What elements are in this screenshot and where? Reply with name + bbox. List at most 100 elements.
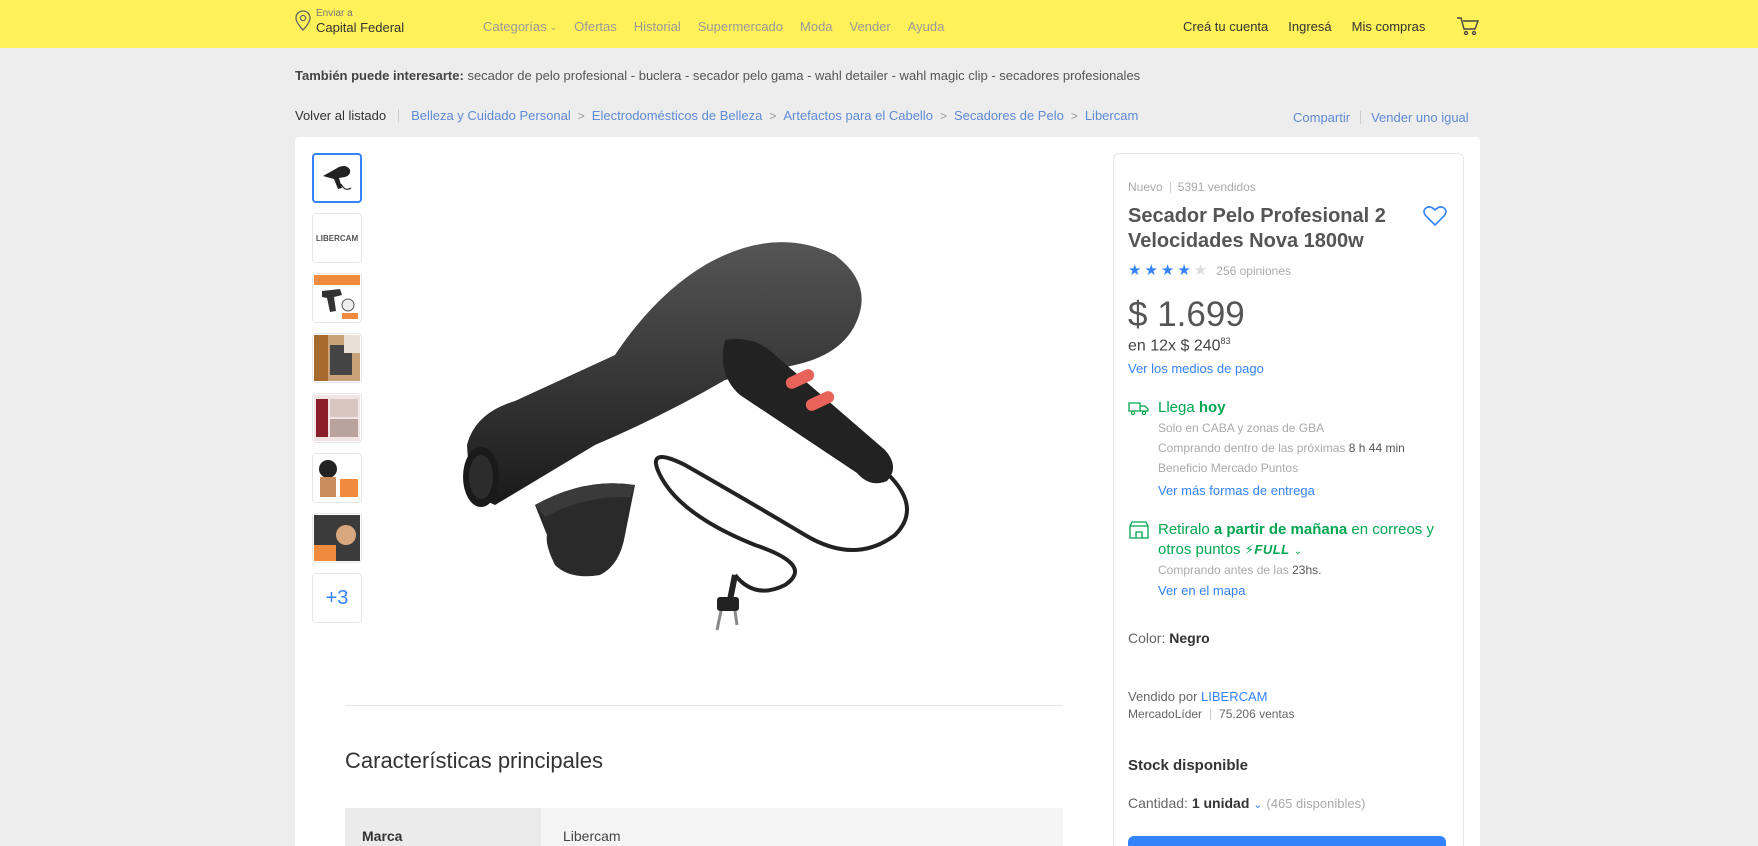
thumbnail-6[interactable] — [312, 453, 362, 503]
arrival-window-time: 8 h 44 min — [1348, 441, 1405, 455]
installments: en 12x $ 24083 — [1128, 336, 1231, 355]
star-empty-icon: ★ — [1193, 262, 1208, 279]
divider — [1169, 181, 1171, 193]
breadcrumb-item[interactable]: Artefactos para el Cabello — [783, 108, 933, 123]
nav-categorias-label: Categorías — [483, 19, 547, 34]
arrival-prefix: Llega — [1158, 399, 1195, 416]
chevron-down-icon: ⌄ — [1253, 799, 1263, 811]
thumbnail-4[interactable] — [312, 333, 362, 383]
thumbnail-1[interactable] — [312, 153, 362, 203]
pickup-info: Retiralo a partir de mañana en correos y… — [1158, 520, 1448, 562]
heart-icon[interactable] — [1423, 205, 1447, 227]
thumbnail-more[interactable]: +3 — [312, 573, 362, 623]
chevron-right-icon: > — [1070, 108, 1078, 123]
more-delivery-link[interactable]: Ver más formas de entrega — [1158, 483, 1315, 498]
buy-now-button[interactable] — [1128, 836, 1446, 846]
arrival-window-label: Comprando dentro de las próximas — [1158, 441, 1346, 455]
thumbnail-5[interactable] — [312, 393, 362, 443]
nav-categorias[interactable]: Categorías ⌄ — [483, 19, 557, 34]
nav-ayuda[interactable]: Ayuda — [908, 19, 945, 34]
chevron-down-icon[interactable]: ⌄ — [1294, 546, 1302, 557]
points-benefit: Beneficio Mercado Puntos — [1158, 461, 1299, 475]
seller-prefix: Vendido por — [1128, 689, 1198, 704]
condition-line: Nuevo 5391 vendidos — [1128, 180, 1256, 194]
location-pin-icon — [295, 10, 311, 31]
price: $ 1.699 — [1128, 295, 1245, 334]
full-badge-label: FULL — [1254, 542, 1290, 557]
stock-status: Stock disponible — [1128, 757, 1249, 774]
account-menu: Creá tu cuenta Ingresá Mis compras — [1183, 19, 1425, 34]
review-count: 256 opiniones — [1216, 263, 1291, 278]
spec-key: Marca — [345, 808, 541, 846]
rating[interactable]: ★ ★ ★ ★ ★ 256 opiniones — [1128, 263, 1291, 278]
payment-methods-link[interactable]: Ver los medios de pago — [1128, 361, 1264, 376]
star-icon: ★ — [1144, 262, 1158, 279]
quantity-selector[interactable]: Cantidad: 1 unidad ⌄ (465 disponibles) — [1128, 795, 1365, 811]
product-collage-thumb-icon — [314, 395, 360, 441]
nav-ofertas[interactable]: Ofertas — [574, 19, 617, 34]
also-interest-links[interactable]: secador de pelo profesional - buclera - … — [467, 68, 1140, 83]
breadcrumb-item[interactable]: Secadores de Pelo — [954, 108, 1064, 123]
nav-vender[interactable]: Vender — [850, 19, 891, 34]
breadcrumb-item[interactable]: Electrodomésticos de Belleza — [592, 108, 763, 123]
arrival-bold: hoy — [1198, 399, 1226, 416]
star-icon: ★ — [1128, 262, 1142, 279]
product-lifestyle-thumb-icon — [314, 335, 360, 381]
nav-historial[interactable]: Historial — [634, 19, 681, 34]
cart-icon[interactable] — [1456, 16, 1480, 36]
hair-dryer-thumb-icon — [323, 166, 352, 190]
back-to-list-link[interactable]: Volver al listado — [295, 108, 386, 123]
full-badge: ⚡FULL — [1245, 542, 1290, 557]
thumbnail-3[interactable] — [312, 273, 362, 323]
arrival-note: Solo en CABA y zonas de GBA — [1158, 421, 1325, 435]
create-account-link[interactable]: Creá tu cuenta — [1183, 19, 1268, 34]
store-icon — [1129, 521, 1149, 539]
breadcrumb-item[interactable]: Libercam — [1085, 108, 1138, 123]
nav-supermercado[interactable]: Supermercado — [698, 19, 783, 34]
divider — [398, 109, 400, 122]
location-selector[interactable]: Enviar a Capital Federal — [294, 8, 404, 36]
product-title: Secador Pelo Profesional 2 Velocidades N… — [1128, 205, 1386, 252]
color-selector: Color: Negro — [1128, 630, 1210, 646]
breadcrumb-item[interactable]: Belleza y Cuidado Personal — [411, 108, 571, 123]
pickup-note-time: 23hs. — [1292, 563, 1322, 577]
category-menu: Categorías ⌄ Ofertas Historial Supermerca… — [483, 19, 944, 34]
share-actions: Compartir Vender uno igual — [1293, 110, 1469, 125]
chevron-right-icon: > — [769, 108, 777, 123]
also-interest: También puede interesarte: secador de pe… — [295, 68, 1140, 83]
truck-icon — [1128, 402, 1149, 416]
chevron-right-icon: > — [939, 108, 947, 123]
map-link[interactable]: Ver en el mapa — [1158, 583, 1245, 598]
seller-name-link[interactable]: LIBERCAM — [1201, 689, 1267, 704]
spec-value: Libercam — [541, 808, 1063, 846]
star-icon: ★ — [1177, 262, 1191, 279]
main-product-image[interactable] — [455, 205, 995, 645]
section-divider — [345, 705, 1063, 706]
nav-moda[interactable]: Moda — [800, 19, 833, 34]
pickup-note: Comprando antes de las 23hs. — [1158, 563, 1321, 577]
product-promo-thumb-icon — [314, 275, 360, 319]
buy-box — [1113, 153, 1464, 846]
thumbnail-7[interactable] — [312, 513, 362, 563]
share-link[interactable]: Compartir — [1293, 110, 1350, 125]
pickup-bold: a partir de mañana — [1213, 521, 1348, 538]
sell-same-link[interactable]: Vender uno igual — [1371, 110, 1469, 125]
seller-level: MercadoLíder — [1128, 707, 1203, 721]
spec-row: Marca Libercam — [345, 808, 1063, 846]
pickup-note-label: Comprando antes de las — [1158, 563, 1289, 577]
seller-reputation: MercadoLíder 75.206 ventas — [1128, 707, 1294, 721]
my-purchases-link[interactable]: Mis compras — [1352, 19, 1426, 34]
divider — [1360, 111, 1362, 124]
lightning-icon: ⚡ — [1244, 542, 1255, 557]
thumbnail-2[interactable]: LIBERCAM — [312, 213, 362, 263]
pickup-prefix: Retiralo — [1158, 521, 1210, 538]
more-images-count: +3 — [325, 586, 349, 609]
location-value: Capital Federal — [316, 20, 405, 35]
arrival-window: Comprando dentro de las próximas 8 h 44 … — [1158, 441, 1405, 455]
login-link[interactable]: Ingresá — [1288, 19, 1331, 34]
location-label: Enviar a — [316, 8, 353, 19]
quantity-label: Cantidad: — [1128, 795, 1188, 811]
seller-line: Vendido por LIBERCAM — [1128, 689, 1268, 704]
color-value: Negro — [1169, 630, 1210, 646]
features-title: Características principales — [345, 748, 603, 773]
